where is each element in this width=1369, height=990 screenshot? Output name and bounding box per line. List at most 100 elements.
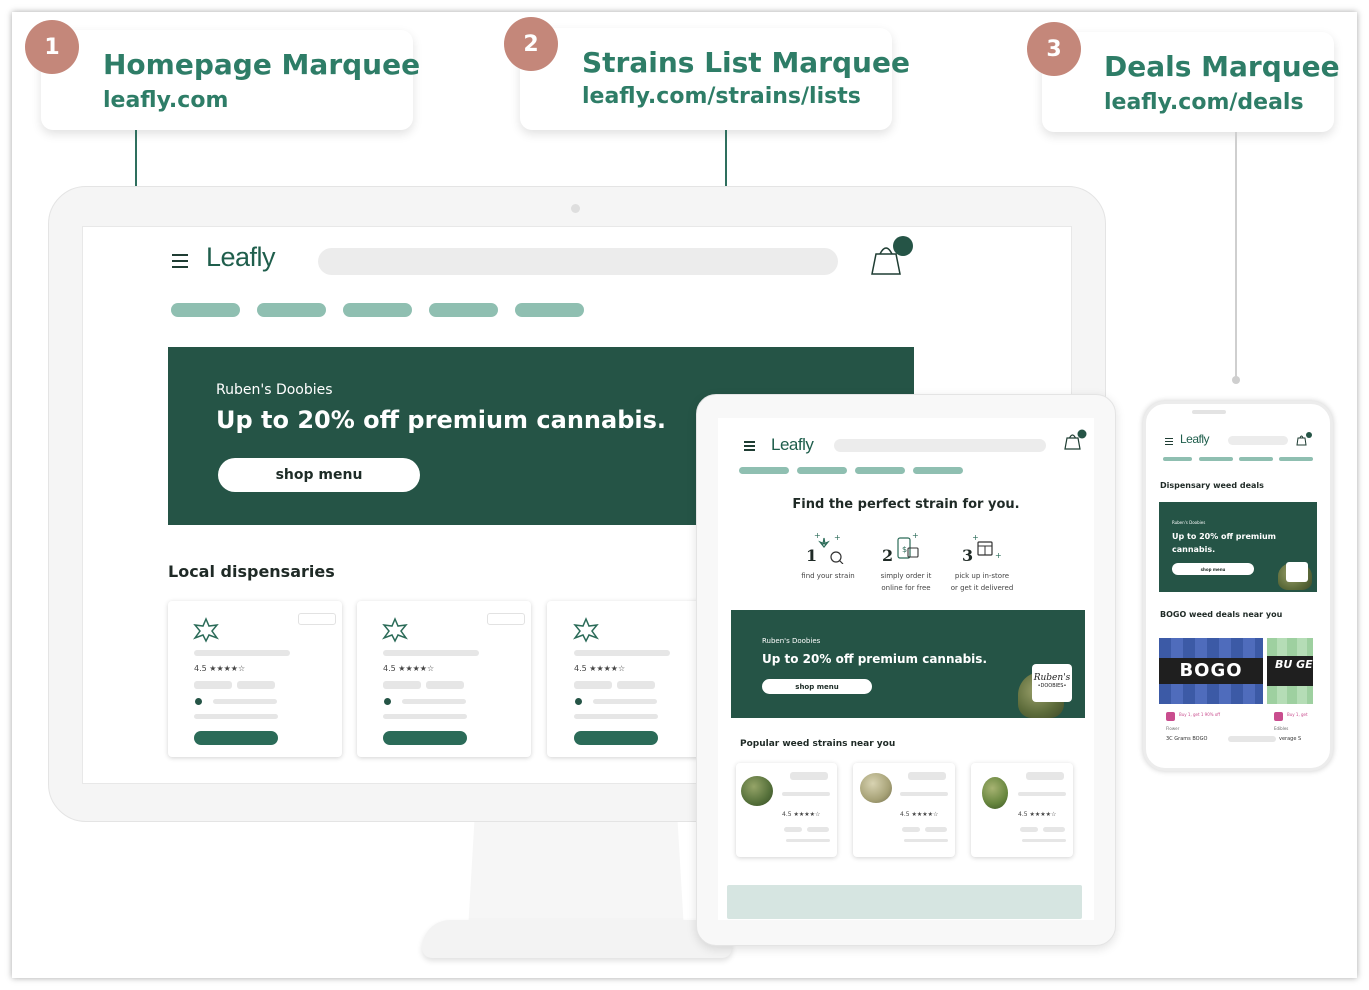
svg-text:+: + <box>834 533 841 542</box>
callout-number-badge: 2 <box>504 17 558 71</box>
callout-title: Deals Marquee <box>1104 50 1340 83</box>
placeholder-line <box>900 792 948 796</box>
search-bar[interactable] <box>1228 436 1288 445</box>
step-caption: pick up in-store <box>954 572 1010 580</box>
leafly-logo[interactable]: Leafly <box>1180 432 1210 446</box>
placeholder-line <box>807 827 829 832</box>
nav-tab[interactable] <box>257 303 326 317</box>
store-icon: + + <box>972 532 1005 564</box>
placeholder-line <box>593 699 657 704</box>
leaf-icon <box>192 617 220 643</box>
deal-tag: Buy 1, get 1 90% off <box>1179 712 1221 717</box>
section-title: BOGO weed deals near you <box>1160 610 1283 619</box>
svg-text:$: $ <box>902 545 907 554</box>
svg-text:+: + <box>912 532 919 540</box>
search-bar[interactable] <box>834 439 1046 452</box>
shopping-bag-icon[interactable] <box>1295 431 1315 447</box>
shop-menu-button[interactable]: shop menu <box>1172 563 1254 575</box>
callout-connector <box>1235 132 1237 378</box>
banner-brand: Ruben's Doobies <box>1172 520 1206 525</box>
deal-category: Edibles <box>1274 726 1289 731</box>
shopping-bag-icon[interactable] <box>1062 428 1090 452</box>
monitor-camera <box>571 204 580 213</box>
card-action-button[interactable] <box>574 731 658 745</box>
deal-card-image[interactable]: BU GE <box>1267 638 1313 704</box>
leafly-logo[interactable]: Leafly <box>206 242 276 273</box>
banner-headline: Up to 20% off premium cannabis. <box>216 406 666 434</box>
shop-menu-button[interactable]: shop menu <box>218 458 420 492</box>
nav-tab[interactable] <box>429 303 498 317</box>
deal-name[interactable]: 3C Grams BOGO <box>1166 736 1207 742</box>
placeholder-line <box>782 792 830 796</box>
card-rating: 4.5 ★★★★☆ <box>574 664 626 673</box>
card-rating: 4.5 ★★★★☆ <box>782 811 821 818</box>
deal-card-image[interactable]: BOGO <box>1159 638 1263 704</box>
rubens-doobies-logo: Ruben's •DOOBIES• <box>1032 664 1072 702</box>
deal-name[interactable]: verage S <box>1279 736 1301 742</box>
deal-image-text: BU GE <box>1267 656 1313 686</box>
placeholder-line <box>194 650 290 656</box>
shopping-bag-icon[interactable] <box>866 236 916 280</box>
tablet-heading: Find the perfect strain for you. <box>792 497 1020 512</box>
search-bar[interactable] <box>318 248 838 275</box>
placeholder-line <box>904 839 948 842</box>
monitor-stand-neck <box>468 820 684 930</box>
status-dot <box>575 698 582 705</box>
placeholder-line <box>1022 839 1066 842</box>
card-action-button[interactable] <box>383 731 467 745</box>
strain-bud-image <box>860 773 892 803</box>
hamburger-menu-icon[interactable] <box>744 441 755 451</box>
nav-tab[interactable] <box>855 467 905 474</box>
step-number: 2 <box>882 546 894 565</box>
placeholder-line <box>426 681 464 689</box>
deal-category: Flower <box>1166 726 1180 731</box>
placeholder-line <box>383 650 479 656</box>
leafly-logo[interactable]: Leafly <box>771 435 814 455</box>
nav-tab[interactable] <box>343 303 412 317</box>
placeholder-line <box>574 681 612 689</box>
placeholder-line <box>213 699 277 704</box>
callout-homepage: Homepage Marquee leafly.com <box>41 30 420 130</box>
section-title: Local dispensaries <box>168 562 335 581</box>
strain-bud-image <box>741 776 773 806</box>
search-leaf-icon: + + <box>812 530 846 565</box>
placeholder-line <box>784 827 802 832</box>
placeholder-line <box>1018 792 1066 796</box>
nav-tab[interactable] <box>1239 457 1273 461</box>
strain-bud-image <box>982 777 1008 809</box>
callout-url: leafly.com/deals <box>1104 90 1304 115</box>
banner-brand: Ruben's Doobies <box>762 637 821 645</box>
footer-placeholder <box>727 885 1082 919</box>
card-action-button[interactable] <box>194 731 278 745</box>
shop-menu-button[interactable]: shop menu <box>762 679 872 694</box>
nav-tab[interactable] <box>739 467 789 474</box>
nav-tab[interactable] <box>1279 457 1313 461</box>
placeholder-line <box>1043 827 1065 832</box>
nav-tab[interactable] <box>797 467 847 474</box>
placeholder-line <box>1228 736 1276 742</box>
callout-url: leafly.com/strains/lists <box>582 84 861 109</box>
card-rating: 4.5 ★★★★☆ <box>1018 811 1057 818</box>
hamburger-menu-icon[interactable] <box>172 254 188 268</box>
nav-tab[interactable] <box>913 467 963 474</box>
placeholder-line <box>383 681 421 689</box>
nav-tab[interactable] <box>171 303 240 317</box>
hamburger-menu-icon[interactable] <box>1165 438 1173 445</box>
nav-tab[interactable] <box>1163 457 1192 461</box>
callout-number-badge: 3 <box>1027 22 1081 76</box>
placeholder-line <box>790 772 828 780</box>
callout-url: leafly.com <box>103 88 229 113</box>
placeholder-line <box>237 681 275 689</box>
nav-tab[interactable] <box>1199 457 1233 461</box>
placeholder-line <box>925 827 947 832</box>
monitor-stand-base <box>422 920 732 958</box>
nav-tab[interactable] <box>515 303 584 317</box>
status-dot <box>384 698 391 705</box>
deal-tag: Buy 1, get <box>1287 712 1308 717</box>
deal-tag-icon <box>1166 712 1175 721</box>
placeholder-line <box>908 772 946 780</box>
logo-subtext: •DOOBIES• <box>1037 683 1067 689</box>
leaf-icon <box>572 617 600 643</box>
card-rating: 4.5 ★★★★☆ <box>900 811 939 818</box>
phone-order-icon: $ + <box>894 531 924 564</box>
